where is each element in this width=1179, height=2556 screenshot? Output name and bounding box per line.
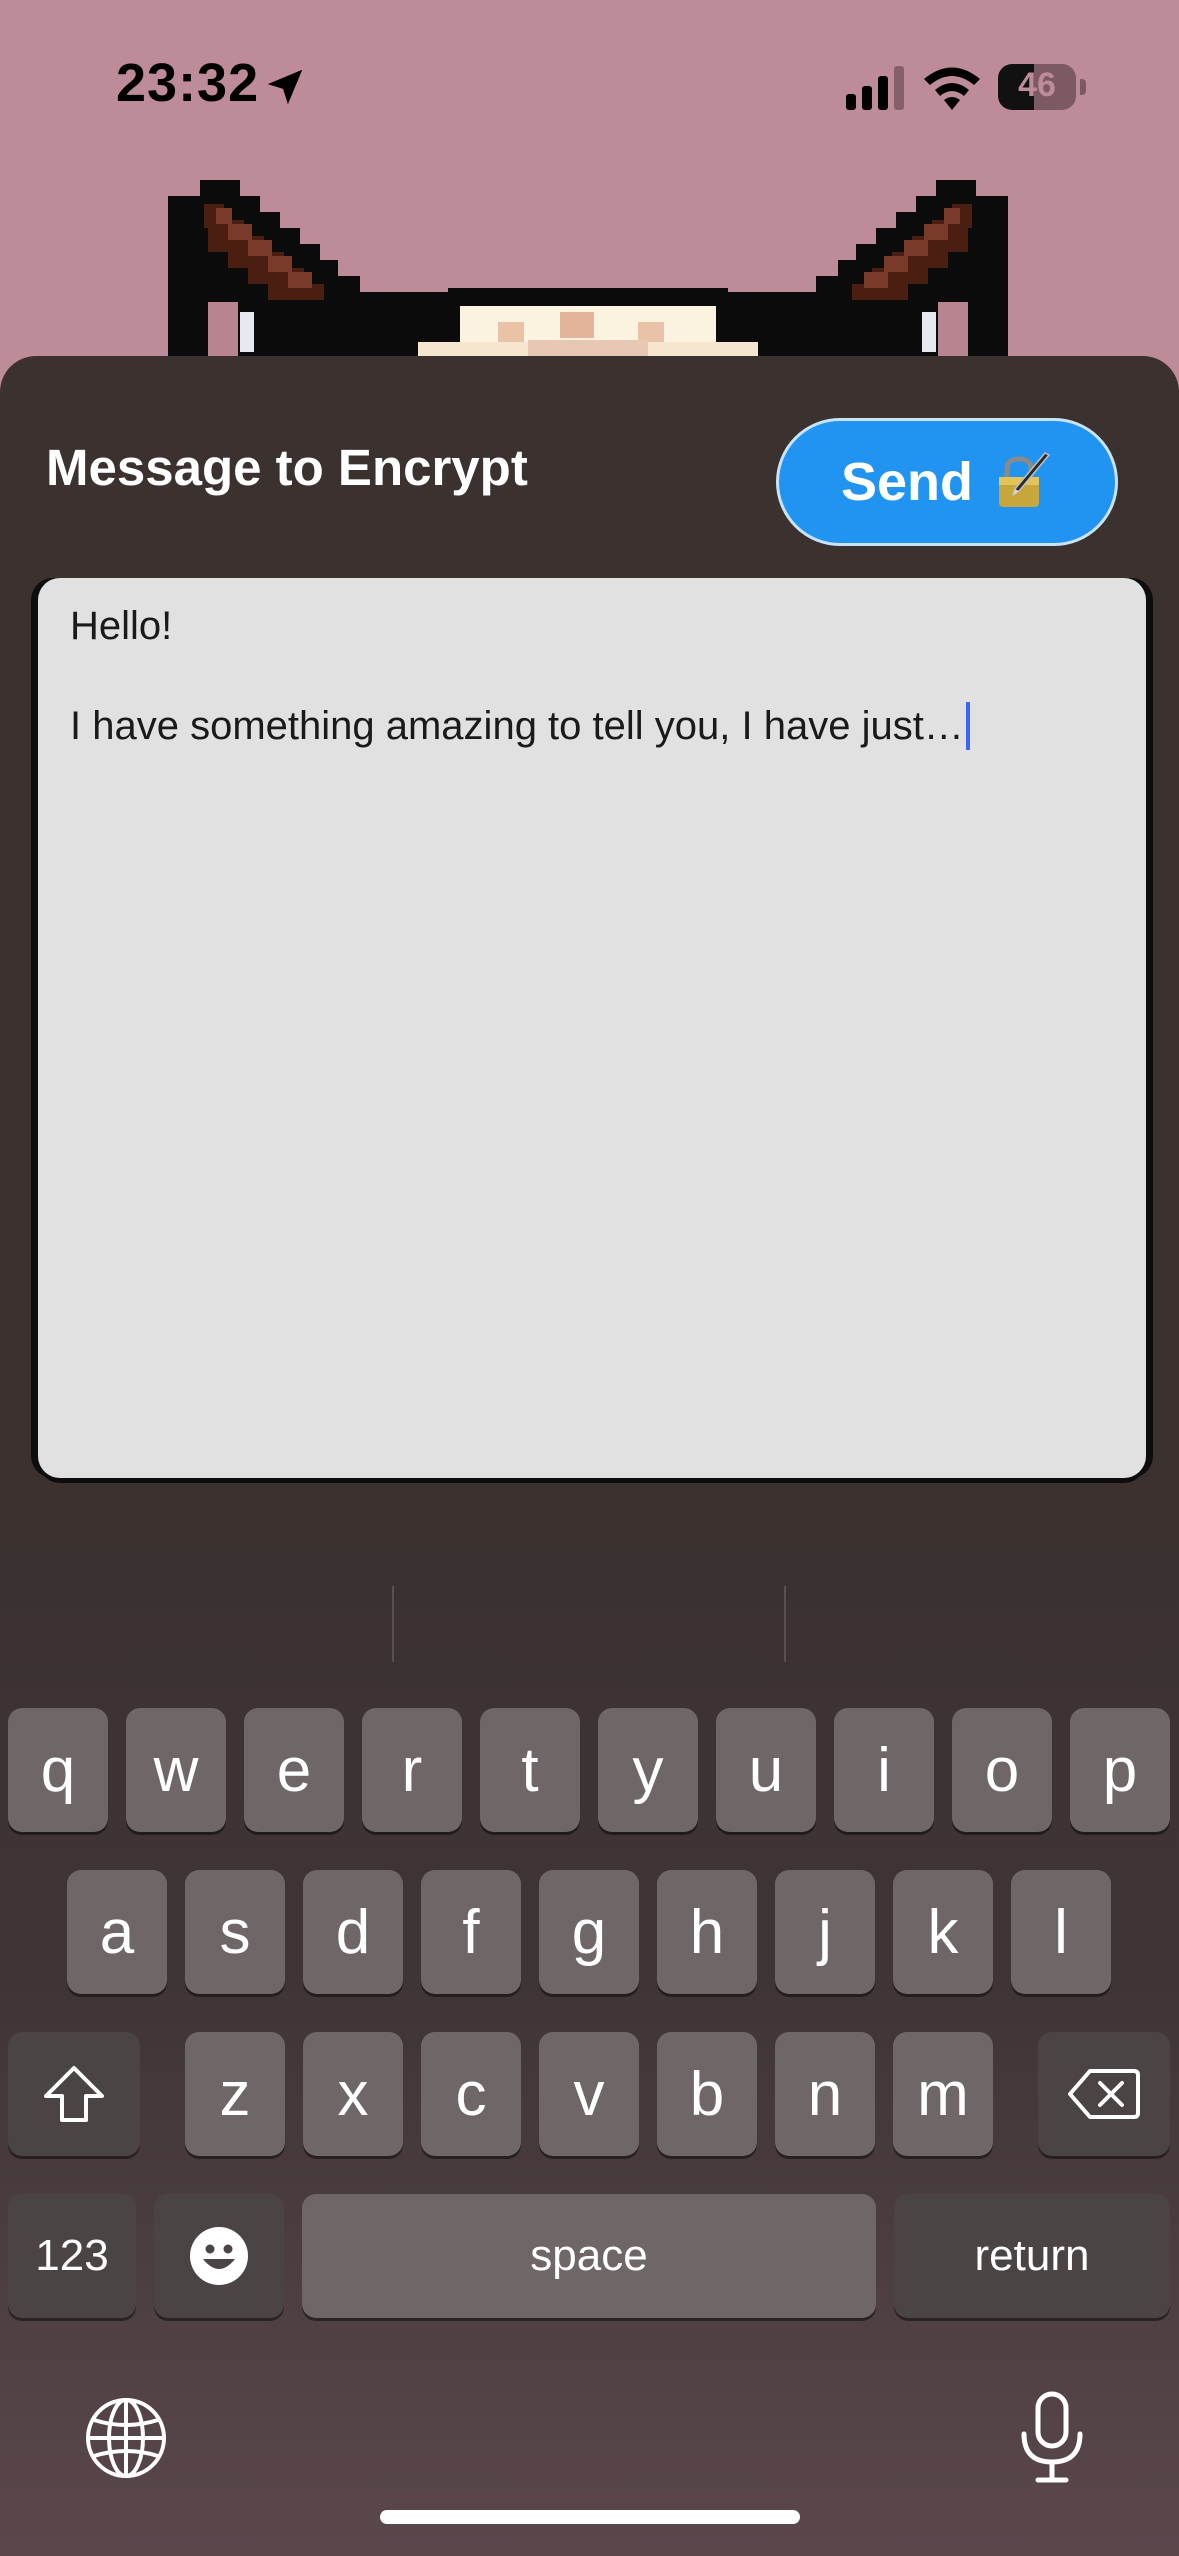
send-button-label: Send <box>840 452 974 512</box>
key-c[interactable]: c <box>421 2032 521 2156</box>
sheet-title: Message to Encrypt <box>46 439 528 496</box>
status-bar: 23:32 46 <box>0 0 1179 180</box>
emoji-icon <box>190 2227 248 2285</box>
battery-level: 46 <box>1018 66 1056 104</box>
text-caret <box>965 702 970 750</box>
keyboard: q w e r t y u i o p a s d f g h j k l z … <box>0 1546 1179 2556</box>
key-i[interactable]: i <box>834 1708 934 1832</box>
encrypt-sheet: Message to Encrypt Send Hello! I have so… <box>0 356 1179 1546</box>
status-time: 23:32 <box>116 53 260 113</box>
key-a[interactable]: a <box>67 1870 167 1994</box>
key-f[interactable]: f <box>421 1870 521 1994</box>
pixel-cat-illustration <box>168 180 1008 372</box>
key-s[interactable]: s <box>185 1870 285 1994</box>
numbers-key[interactable]: 123 <box>8 2194 136 2318</box>
fountain-pen-lock-icon <box>999 452 1051 507</box>
key-p[interactable]: p <box>1070 1708 1170 1832</box>
key-h[interactable]: h <box>657 1870 757 1994</box>
cellular-signal-icon <box>846 66 904 110</box>
key-w[interactable]: w <box>126 1708 226 1832</box>
backspace-key[interactable] <box>1038 2032 1170 2156</box>
key-e[interactable]: e <box>244 1708 344 1832</box>
battery-tip <box>1080 79 1086 95</box>
suggestion-bar <box>0 1546 1179 1676</box>
location-arrow-icon <box>267 69 303 105</box>
home-indicator <box>380 2510 800 2524</box>
shift-icon <box>44 2066 104 2122</box>
key-y[interactable]: y <box>598 1708 698 1832</box>
key-u[interactable]: u <box>716 1708 816 1832</box>
message-line-1: Hello! <box>70 604 173 648</box>
key-t[interactable]: t <box>480 1708 580 1832</box>
key-r[interactable]: r <box>362 1708 462 1832</box>
key-x[interactable]: x <box>303 2032 403 2156</box>
suggestion-divider <box>392 1586 394 1662</box>
message-text-area[interactable]: Hello! I have something amazing to tell … <box>38 578 1146 1478</box>
key-g[interactable]: g <box>539 1870 639 1994</box>
send-button[interactable]: Send <box>776 418 1118 546</box>
emoji-key[interactable] <box>154 2194 284 2318</box>
space-key[interactable]: space <box>302 2194 876 2318</box>
return-key[interactable]: return <box>894 2194 1170 2318</box>
key-m[interactable]: m <box>893 2032 993 2156</box>
key-j[interactable]: j <box>775 1870 875 1994</box>
message-line-2: I have something amazing to tell you, I … <box>70 704 964 748</box>
key-l[interactable]: l <box>1011 1870 1111 1994</box>
key-b[interactable]: b <box>657 2032 757 2156</box>
key-o[interactable]: o <box>952 1708 1052 1832</box>
key-v[interactable]: v <box>539 2032 639 2156</box>
key-k[interactable]: k <box>893 1870 993 1994</box>
suggestion-divider <box>784 1586 786 1662</box>
backspace-icon <box>1068 2069 1140 2119</box>
message-line-2-wrapper: I have something amazing to tell you, I … <box>70 702 1114 750</box>
key-z[interactable]: z <box>185 2032 285 2156</box>
wifi-icon <box>924 67 980 110</box>
key-q[interactable]: q <box>8 1708 108 1832</box>
shift-key[interactable] <box>8 2032 140 2156</box>
key-n[interactable]: n <box>775 2032 875 2156</box>
globe-icon[interactable] <box>84 2396 168 2480</box>
key-d[interactable]: d <box>303 1870 403 1994</box>
battery-icon: 46 <box>998 64 1076 110</box>
microphone-icon[interactable] <box>1012 2390 1092 2486</box>
